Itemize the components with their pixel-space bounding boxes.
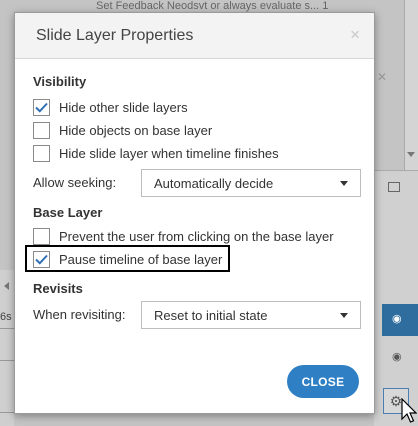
pause-timeline-base-layer-option[interactable]: Pause timeline of base layer: [33, 250, 222, 268]
hide-other-slide-layers-option[interactable]: Hide other slide layers: [33, 98, 188, 116]
checkmark-icon: [35, 102, 48, 113]
dialog-header: Slide Layer Properties ×: [15, 13, 374, 59]
pause-timeline-base-layer-label: Pause timeline of base layer: [59, 251, 223, 267]
eye-icon[interactable]: ◉: [392, 350, 402, 363]
hide-other-slide-layers-checkbox[interactable]: [33, 98, 50, 116]
hide-objects-on-base-layer-checkbox[interactable]: [33, 121, 50, 139]
close-button[interactable]: CLOSE: [287, 365, 359, 398]
hide-layer-when-timeline-finishes-checkbox[interactable]: [33, 144, 50, 162]
chevron-down-icon: [340, 181, 348, 186]
when-revisiting-dropdown[interactable]: Reset to initial state: [141, 301, 361, 329]
section-base-layer-heading: Base Layer: [33, 205, 103, 220]
background-close-icon: ✕: [377, 70, 388, 84]
timeline-label: 6s: [0, 311, 12, 323]
frame-icon: [388, 182, 400, 192]
allow-seeking-dropdown[interactable]: Automatically decide: [141, 169, 361, 197]
divider: [0, 412, 14, 413]
eye-icon[interactable]: ◉: [392, 312, 402, 325]
hide-layer-when-timeline-finishes-label: Hide slide layer when timeline finishes: [59, 145, 279, 161]
prevent-clicking-base-layer-label: Prevent the user from clicking on the ba…: [59, 228, 334, 244]
when-revisiting-value: Reset to initial state: [154, 307, 268, 323]
mouse-cursor-icon: [401, 398, 417, 423]
allow-seeking-label: Allow seeking:: [33, 175, 117, 190]
prevent-clicking-base-layer-option[interactable]: Prevent the user from clicking on the ba…: [33, 227, 334, 245]
checkmark-icon: [35, 254, 48, 265]
collapse-arrow-icon[interactable]: [4, 282, 9, 290]
hide-other-slide-layers-label: Hide other slide layers: [59, 99, 188, 115]
background-left-panel: [0, 270, 14, 426]
prevent-clicking-base-layer-checkbox[interactable]: [33, 227, 50, 245]
hide-objects-on-base-layer-label: Hide objects on base layer: [59, 122, 213, 138]
background-top-text: Set Feedback Neodsvt or always evaluate …: [96, 0, 329, 12]
hide-layer-when-timeline-finishes-option[interactable]: Hide slide layer when timeline finishes: [33, 144, 279, 162]
when-revisiting-label: When revisiting:: [33, 307, 126, 322]
chevron-down-icon: [340, 313, 348, 318]
dialog-title: Slide Layer Properties: [36, 27, 194, 44]
pause-timeline-base-layer-checkbox[interactable]: [33, 250, 50, 268]
scroll-down-arrow-icon[interactable]: [407, 152, 415, 157]
divider: [0, 328, 14, 329]
slide-layer-properties-dialog: Slide Layer Properties × Visibility Hide…: [14, 12, 375, 414]
section-revisits-heading: Revisits: [33, 281, 83, 296]
hide-objects-on-base-layer-option[interactable]: Hide objects on base layer: [33, 121, 212, 139]
background-scrollbar[interactable]: [404, 0, 418, 170]
section-visibility-heading: Visibility: [33, 74, 87, 89]
close-icon[interactable]: ×: [350, 25, 360, 45]
allow-seeking-value: Automatically decide: [154, 175, 274, 191]
divider: [0, 360, 14, 361]
